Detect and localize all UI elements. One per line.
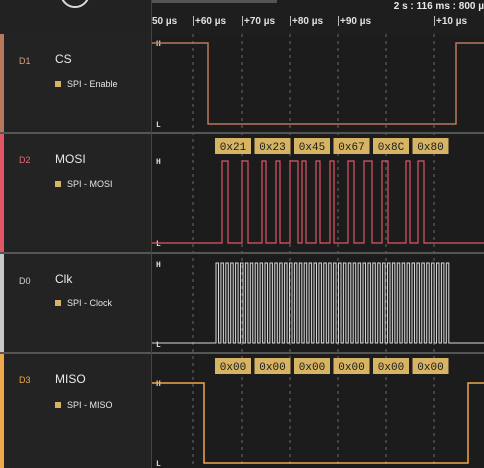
- tick-mark: [193, 16, 194, 26]
- header-tab-indicator: [152, 0, 277, 3]
- timeline-header: 2 s : 116 ms : 800 µ 50 µs +60 µs +70 µs…: [0, 0, 484, 34]
- level-high-label: H: [156, 158, 161, 167]
- header-left-panel: [0, 0, 152, 34]
- channel-color-strip: [0, 254, 4, 352]
- channel-name: MOSI: [55, 152, 86, 166]
- mosi-decoded-bytes: 0x21 0x23 0x45 0x67 0x8C 0x80: [215, 138, 449, 154]
- channel-analyzer-tag: SPI - MISO: [55, 400, 113, 410]
- grid-lines: [192, 34, 435, 468]
- tick-mark: [290, 16, 291, 26]
- channel-id: D2: [19, 155, 31, 165]
- waveform-view[interactable]: H L H L H L H L 0x21 0x23 0x45 0x67 0x8C 0x80…: [152, 34, 484, 468]
- channel-name: CS: [55, 52, 72, 66]
- channel-id: D1: [19, 56, 31, 66]
- tick-label: 50 µs: [152, 16, 178, 27]
- byte-value: 0x67: [338, 142, 364, 154]
- miso-waveform: [152, 382, 484, 464]
- tick-label: +70 µs: [244, 16, 276, 27]
- channel-d1-panel[interactable]: D1 CS SPI - Enable: [0, 34, 152, 134]
- channel-d2-panel[interactable]: D2 MOSI SPI - MOSI: [0, 134, 152, 254]
- level-low-label: L: [156, 121, 161, 130]
- byte-value: 0x80: [417, 142, 443, 154]
- tick-label: +10 µs: [436, 16, 468, 27]
- row-separator: [152, 352, 484, 354]
- time-readout: 2 s : 116 ms : 800 µ: [393, 1, 484, 12]
- level-low-label: L: [156, 240, 161, 249]
- analyzer-color-icon: [55, 181, 61, 187]
- analyzer-color-icon: [55, 81, 61, 87]
- channel-analyzer-tag: SPI - MOSI: [55, 179, 113, 189]
- analyzer-color-icon: [55, 402, 61, 408]
- byte-value: 0x00: [299, 362, 325, 374]
- byte-value: 0x00: [417, 362, 443, 374]
- channel-name: MISO: [55, 372, 86, 386]
- level-high-label: H: [156, 261, 161, 270]
- byte-value: 0x00: [338, 362, 364, 374]
- channel-d0-panel[interactable]: D0 Clk SPI - Clock: [0, 254, 152, 354]
- row-separator: [152, 132, 484, 134]
- byte-value: 0x23: [259, 142, 285, 154]
- tick-label: +90 µs: [340, 16, 372, 27]
- miso-decoded-bytes: 0x00 0x00 0x00 0x00 0x00 0x00: [215, 358, 449, 374]
- channel-color-strip: [0, 354, 4, 468]
- tick-label: +60 µs: [195, 16, 227, 27]
- channel-analyzer-tag: SPI - Clock: [55, 298, 112, 308]
- capture-button[interactable]: [60, 0, 90, 8]
- tick-label: +80 µs: [292, 16, 324, 27]
- channel-color-strip: [0, 34, 4, 132]
- tick-mark: [242, 16, 243, 26]
- level-low-label: L: [156, 341, 161, 350]
- byte-value: 0x45: [299, 142, 325, 154]
- tick-mark: [434, 16, 435, 26]
- channel-color-strip: [0, 134, 4, 252]
- analyzer-color-icon: [55, 300, 61, 306]
- clock-waveform: [152, 262, 484, 344]
- byte-value: 0x00: [259, 362, 285, 374]
- channel-id: D0: [19, 276, 31, 286]
- row-separator: [152, 252, 484, 254]
- channel-analyzer-tag: SPI - Enable: [55, 79, 118, 89]
- channel-d3-panel[interactable]: D3 MISO SPI - MISO: [0, 354, 152, 468]
- byte-value: 0x00: [378, 362, 404, 374]
- level-high-label: H: [156, 380, 161, 389]
- level-high-label: H: [156, 40, 161, 49]
- channel-name: Clk: [55, 272, 73, 286]
- channel-id: D3: [19, 375, 31, 385]
- byte-value: 0x8C: [378, 142, 405, 154]
- level-low-label: L: [156, 460, 161, 468]
- tick-mark: [338, 16, 339, 26]
- byte-value: 0x00: [220, 362, 246, 374]
- byte-value: 0x21: [220, 142, 247, 154]
